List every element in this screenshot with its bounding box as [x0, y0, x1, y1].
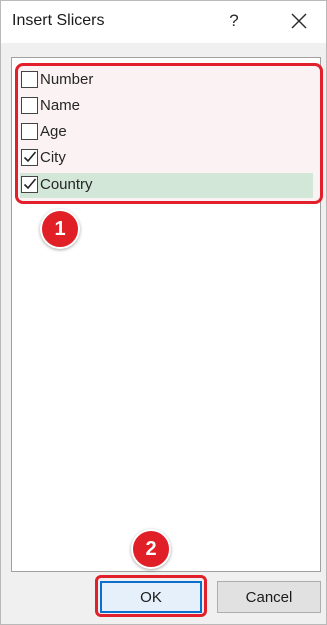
field-item-number[interactable]: Number — [21, 67, 93, 91]
checkbox[interactable] — [21, 96, 38, 114]
field-item-city[interactable]: City — [21, 145, 66, 169]
step-2-badge: 2 — [131, 529, 171, 569]
cancel-button[interactable]: Cancel — [217, 581, 321, 613]
checkbox-checked[interactable] — [21, 148, 38, 166]
field-label: City — [40, 148, 66, 166]
field-item-age[interactable]: Age — [21, 119, 67, 143]
close-icon — [291, 13, 307, 29]
field-label: Number — [40, 70, 94, 88]
field-label: Country — [40, 175, 93, 193]
checkmark-icon — [23, 177, 37, 189]
help-button[interactable]: ? — [220, 7, 248, 35]
close-button[interactable] — [284, 7, 314, 35]
title-bar: Insert Slicers ? — [1, 1, 326, 43]
checkbox[interactable] — [21, 70, 38, 88]
field-item-name[interactable]: Name — [21, 93, 80, 117]
checkbox[interactable] — [21, 122, 38, 140]
field-label: Age — [40, 122, 67, 140]
field-item-country[interactable]: Country — [21, 172, 93, 196]
field-list[interactable]: Number Name Age City Country — [11, 57, 323, 572]
insert-slicers-dialog: Insert Slicers ? Number Name Age City Co… — [0, 0, 327, 625]
field-label: Name — [40, 96, 81, 114]
checkmark-icon — [23, 150, 37, 162]
dialog-title: Insert Slicers — [12, 12, 105, 29]
step-1-badge: 1 — [40, 209, 80, 249]
ok-button[interactable]: OK — [100, 581, 202, 613]
checkbox-checked[interactable] — [21, 175, 38, 193]
